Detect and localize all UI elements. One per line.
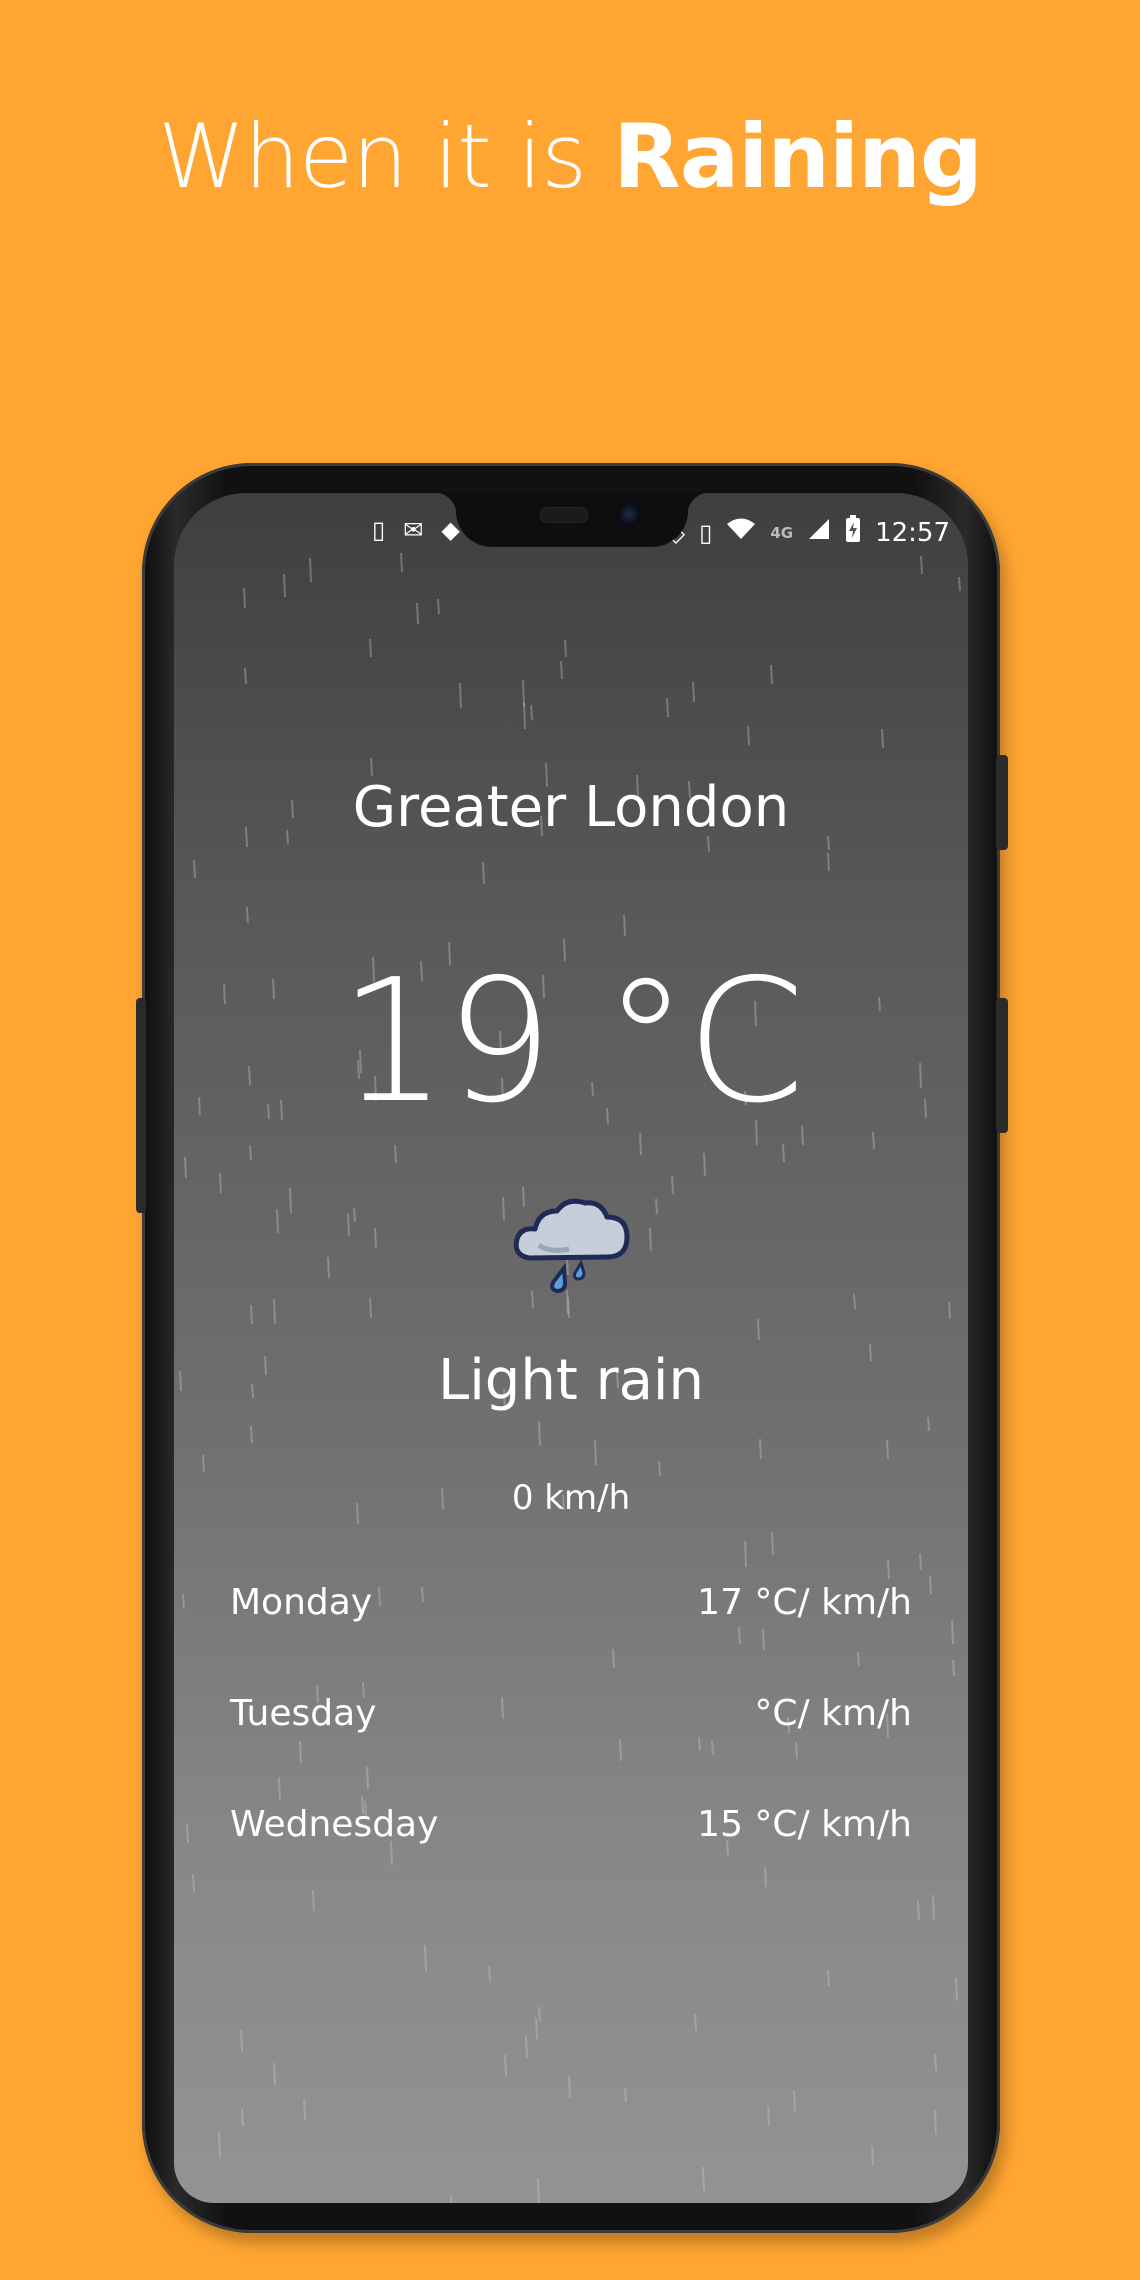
volume-button xyxy=(136,998,146,1213)
vibrate-icon: ▯ xyxy=(699,518,713,547)
current-temperature: 19 °C xyxy=(338,943,805,1141)
signal-icon xyxy=(807,517,831,548)
rain-cloud-icon xyxy=(513,1198,630,1294)
headline-prefix: When it is xyxy=(158,105,587,208)
network-type: 4G xyxy=(770,523,794,542)
promo-headline: When it is Raining xyxy=(0,105,1140,208)
weather-condition: Light rain xyxy=(438,1348,704,1413)
power-button xyxy=(996,998,1008,1133)
forecast-row-tuesday: Tuesday °C/ km/h xyxy=(230,1689,912,1800)
forecast-day: Tuesday xyxy=(230,1693,377,1734)
wind-speed: 0 km/h xyxy=(511,1478,631,1518)
headline-emphasis: Raining xyxy=(613,105,983,208)
phone-frame: ▯ ✉ ◆ ▬ ◇ ▯ 4G 12:57 xyxy=(136,463,1008,2233)
battery-charging-icon xyxy=(845,515,861,550)
forecast-day: Wednesday xyxy=(230,1804,439,1845)
earpiece-speaker xyxy=(540,507,588,523)
forecast-list: Monday 17 °C/ km/h Tuesday °C/ km/h Wedn… xyxy=(230,1578,912,1911)
mail-icon: ✉ xyxy=(403,516,424,544)
forecast-day: Monday xyxy=(230,1582,373,1623)
status-time: 12:57 xyxy=(875,517,950,548)
forecast-row-monday: Monday 17 °C/ km/h xyxy=(230,1578,912,1689)
forecast-value: °C/ km/h xyxy=(754,1693,912,1734)
forecast-value: 15 °C/ km/h xyxy=(697,1804,912,1845)
city-name: Greater London xyxy=(352,775,790,840)
forecast-value: 17 °C/ km/h xyxy=(697,1582,912,1623)
wifi-icon xyxy=(726,517,756,548)
phone-screen: ▯ ✉ ◆ ▬ ◇ ▯ 4G 12:57 xyxy=(174,493,968,2203)
slider-button xyxy=(996,755,1008,850)
sync-phone-icon: ▯ xyxy=(372,516,386,544)
forecast-row-wednesday: Wednesday 15 °C/ km/h xyxy=(230,1800,912,1911)
camera-notch xyxy=(434,493,710,547)
front-camera xyxy=(616,501,642,527)
